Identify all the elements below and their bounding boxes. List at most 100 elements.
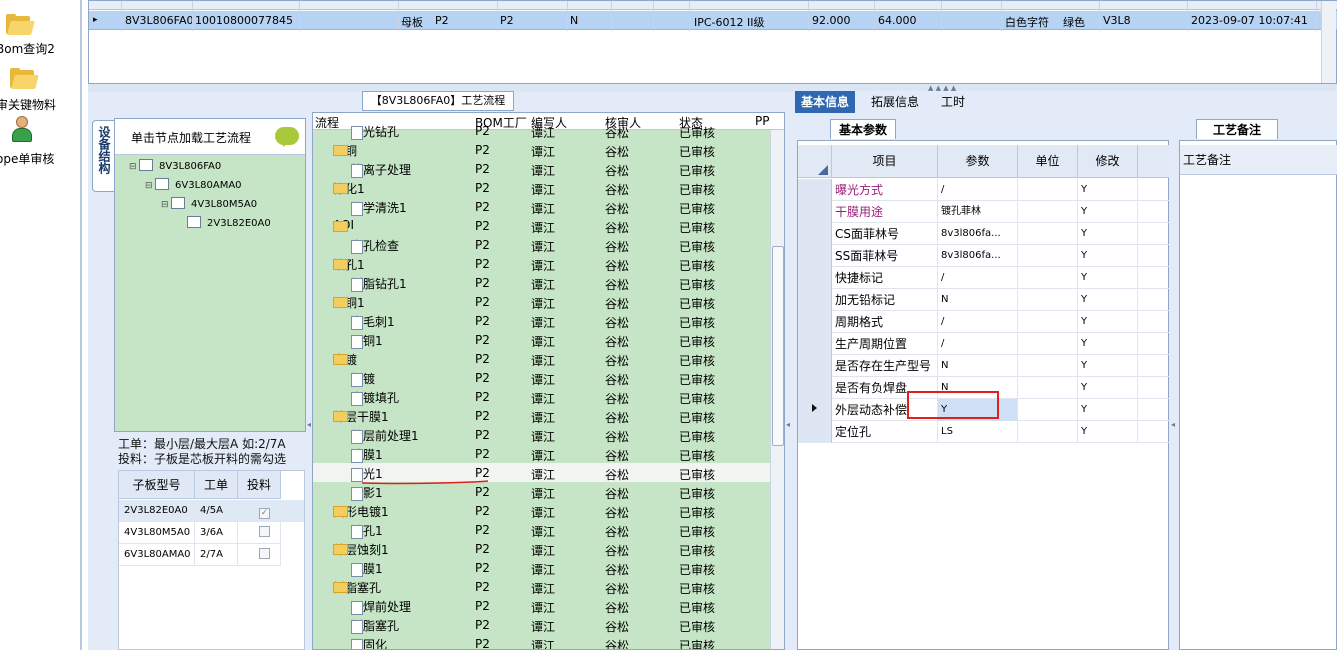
tab-basic-info[interactable]: 基本信息 <box>795 91 856 113</box>
cell-param[interactable]: / <box>938 311 1018 333</box>
column-header[interactable]: 投料 <box>238 471 281 499</box>
cell-unit[interactable] <box>1018 311 1078 333</box>
param-row[interactable]: 生产周期位置 / Y <box>798 333 1169 355</box>
cell-unit[interactable] <box>1018 333 1078 355</box>
process-row[interactable]: 镀孔1 P2 谭江 谷松 已审核 <box>313 520 770 539</box>
cell-item[interactable]: 生产周期位置 <box>832 333 938 355</box>
process-row[interactable]: 板镀 P2 谭江 谷松 已审核 <box>313 368 770 387</box>
column-header[interactable]: 单位 <box>1018 145 1078 178</box>
cell-param[interactable]: 8v3l806fa... <box>938 223 1018 245</box>
tree-node[interactable]: ⊟ 4V3L80M5A0 <box>161 197 257 210</box>
process-row[interactable]: 终固化 P2 谭江 谷松 已审核 <box>313 634 770 649</box>
process-row[interactable]: ⊟树脂塞孔 P2 谭江 谷松 已审核 <box>313 577 770 596</box>
cell-item[interactable]: 快捷标记 <box>832 267 938 289</box>
feed-checkbox[interactable] <box>259 548 270 559</box>
cell-model[interactable]: 4V3L80M5A0 <box>119 522 195 544</box>
process-row[interactable]: ⊟沉铜 P2 谭江 谷松 已审核 <box>313 140 770 159</box>
process-row[interactable]: 贴膜1 P2 谭江 谷松 已审核 <box>313 444 770 463</box>
cell-param[interactable]: N <box>938 289 1018 311</box>
row-header[interactable] <box>798 421 832 443</box>
feed-checkbox[interactable]: ✓ <box>259 508 270 519</box>
process-scrollbar[interactable] <box>770 130 784 649</box>
feed-checkbox[interactable] <box>259 526 270 537</box>
cell-edit[interactable]: Y <box>1078 333 1138 355</box>
process-row[interactable]: ⊟外层干膜1 P2 谭江 谷松 已审核 <box>313 406 770 425</box>
param-row[interactable]: 干膜用途 镀孔菲林 Y <box>798 201 1169 223</box>
cell-edit[interactable]: Y <box>1078 201 1138 223</box>
param-row[interactable]: 快捷标记 / Y <box>798 267 1169 289</box>
process-row[interactable]: ⊟沉铜1 P2 谭江 谷松 已审核 <box>313 292 770 311</box>
param-row[interactable]: 是否存在生产型号 N Y <box>798 355 1169 377</box>
row-header[interactable] <box>798 223 832 245</box>
process-row[interactable]: 树脂钻孔1 P2 谭江 谷松 已审核 <box>313 273 770 292</box>
cell-edit[interactable]: Y <box>1078 377 1138 399</box>
tree-node[interactable]: ⊟ 6V3L80AMA0 <box>145 178 242 191</box>
process-row[interactable]: 去毛刺1 P2 谭江 谷松 已审核 <box>313 311 770 330</box>
cell-item[interactable]: 定位孔 <box>832 421 938 443</box>
cell-order[interactable]: 2/7A <box>195 544 238 566</box>
cell-item[interactable]: 加无铅标记 <box>832 289 938 311</box>
row-header[interactable] <box>798 311 832 333</box>
cell-unit[interactable] <box>1018 421 1078 443</box>
param-row[interactable]: 曝光方式 / Y <box>798 179 1169 201</box>
cell-item[interactable]: SS面菲林号 <box>832 245 938 267</box>
process-row[interactable]: ⊟图形电镀1 P2 谭江 谷松 已审核 <box>313 501 770 520</box>
cell-unit[interactable] <box>1018 355 1078 377</box>
process-row[interactable]: ⊟AOI P2 谭江 谷松 已审核 <box>313 216 770 235</box>
param-row[interactable]: SS面菲林号 8v3l806fa... Y <box>798 245 1169 267</box>
row-header[interactable] <box>798 179 832 201</box>
cell-unit[interactable] <box>1018 267 1078 289</box>
order-grid-scrollbar[interactable] <box>1321 1 1336 83</box>
cell-item[interactable]: 是否存在生产型号 <box>832 355 938 377</box>
cell-param[interactable]: / <box>938 179 1018 201</box>
cell-edit[interactable]: Y <box>1078 311 1138 333</box>
cell-edit[interactable]: Y <box>1078 223 1138 245</box>
param-row[interactable]: CS面菲林号 8v3l806fa... Y <box>798 223 1169 245</box>
process-row[interactable]: 退膜1 P2 谭江 谷松 已审核 <box>313 558 770 577</box>
cell-order[interactable]: 3/6A <box>195 522 238 544</box>
cell-unit[interactable] <box>1018 245 1078 267</box>
cell-edit[interactable]: Y <box>1078 421 1138 443</box>
cell-unit[interactable] <box>1018 223 1078 245</box>
cell-model[interactable]: 2V3L82E0A0 <box>119 500 195 522</box>
process-row[interactable]: ⊟钻孔1 P2 谭江 谷松 已审核 <box>313 254 770 273</box>
cell-item[interactable]: 曝光方式 <box>832 179 938 201</box>
tree-node[interactable]: ⊟ 8V3L806FA0 <box>129 159 221 172</box>
row-header[interactable] <box>798 399 832 421</box>
row-header[interactable] <box>798 245 832 267</box>
row-header[interactable] <box>798 267 832 289</box>
process-row[interactable]: ⊟棕化1 P2 谭江 谷松 已审核 <box>313 178 770 197</box>
cell-edit[interactable]: Y <box>1078 267 1138 289</box>
cell-unit[interactable] <box>1018 179 1078 201</box>
process-row[interactable]: 化学清洗1 P2 谭江 谷松 已审核 <box>313 197 770 216</box>
column-header[interactable]: 项目 <box>832 145 938 178</box>
scroll-thumb[interactable] <box>772 246 784 446</box>
cell-order[interactable]: 4/5A <box>195 500 238 522</box>
cell-param[interactable]: / <box>938 267 1018 289</box>
table-row[interactable]: ▸ 8V3L806FA0 10010800077845 母板 P2 P2 N I… <box>89 11 1337 30</box>
row-header[interactable] <box>798 289 832 311</box>
process-row[interactable]: ⊟电镀 P2 谭江 谷松 已审核 <box>313 349 770 368</box>
cell-item[interactable]: CS面菲林号 <box>832 223 938 245</box>
collapse-left-icon[interactable]: ◂ <box>307 420 312 430</box>
collapse-left-icon[interactable]: ◂ <box>1171 420 1176 430</box>
tab-work-hours[interactable]: 工时 <box>935 91 971 113</box>
row-header[interactable] <box>798 377 832 399</box>
row-header[interactable] <box>798 201 832 223</box>
cell-param[interactable]: 镀孔菲林 <box>938 201 1018 223</box>
column-header[interactable]: 修改 <box>1078 145 1138 178</box>
process-row[interactable]: 电镀填孔 P2 谭江 谷松 已审核 <box>313 387 770 406</box>
tab-process-remark[interactable]: 工艺备注 <box>1196 119 1278 139</box>
row-header[interactable] <box>798 355 832 377</box>
cell-item[interactable]: 干膜用途 <box>832 201 938 223</box>
cell-item[interactable]: 周期格式 <box>832 311 938 333</box>
process-row[interactable]: 盲孔检查 P2 谭江 谷松 已审核 <box>313 235 770 254</box>
process-row[interactable]: 沉铜1 P2 谭江 谷松 已审核 <box>313 330 770 349</box>
column-header[interactable]: 工单 <box>195 471 238 499</box>
select-all-corner[interactable] <box>798 145 832 178</box>
param-row[interactable]: 周期格式 / Y <box>798 311 1169 333</box>
cell-unit[interactable] <box>1018 201 1078 223</box>
process-row[interactable]: 阻焊前处理 P2 谭江 谷松 已审核 <box>313 596 770 615</box>
tab-basic-params[interactable]: 基本参数 <box>830 119 896 139</box>
cell-param[interactable]: LS <box>938 421 1018 443</box>
